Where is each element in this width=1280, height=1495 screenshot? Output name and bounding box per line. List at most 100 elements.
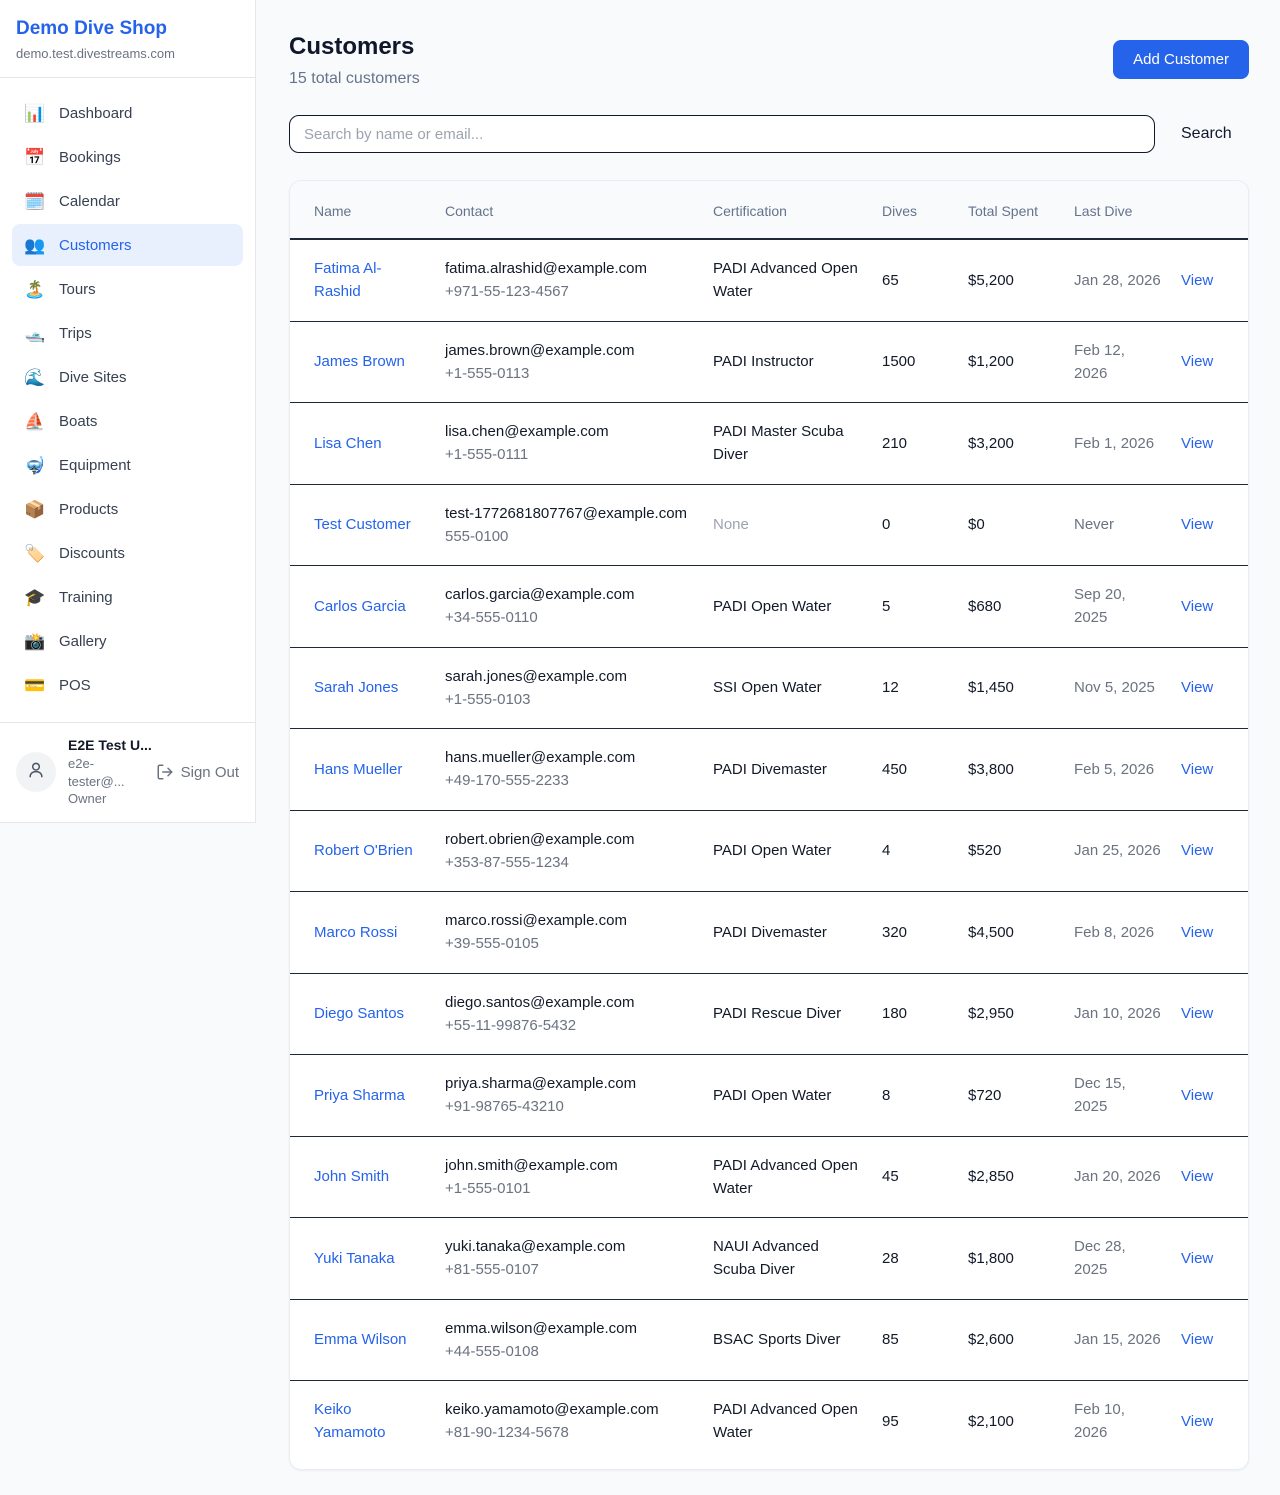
sidebar-item-discounts[interactable]: 🏷️Discounts bbox=[12, 532, 243, 574]
sidebar-item-boats[interactable]: ⛵Boats bbox=[12, 400, 243, 442]
customer-phone: +44-555-0108 bbox=[445, 1340, 693, 1363]
customer-name-link[interactable]: Diego Santos bbox=[314, 1005, 404, 1022]
table-row: Fatima Al-Rashid fatima.alrashid@example.… bbox=[290, 239, 1248, 321]
sidebar-item-tours[interactable]: 🏝️Tours bbox=[12, 268, 243, 310]
view-link[interactable]: View bbox=[1181, 435, 1213, 452]
sidebar-item-calendar[interactable]: 🗓️Calendar bbox=[12, 180, 243, 222]
main-content: Customers 15 total customers Add Custome… bbox=[256, 0, 1280, 1495]
sidebar-item-equipment[interactable]: 🤿Equipment bbox=[12, 444, 243, 486]
view-link[interactable]: View bbox=[1181, 679, 1213, 696]
customer-dives: 180 bbox=[872, 973, 958, 1055]
customer-certification: None bbox=[703, 484, 872, 566]
customer-name-link[interactable]: Fatima Al-Rashid bbox=[314, 260, 382, 300]
search-input[interactable] bbox=[289, 115, 1155, 153]
customer-name-link[interactable]: Keiko Yamamoto bbox=[314, 1401, 385, 1441]
customer-total-spent: $5,200 bbox=[958, 239, 1064, 321]
page-title: Customers bbox=[289, 33, 420, 61]
sidebar-item-gallery[interactable]: 📸Gallery bbox=[12, 620, 243, 662]
sidebar-item-bookings[interactable]: 📅Bookings bbox=[12, 136, 243, 178]
customer-name-link[interactable]: Emma Wilson bbox=[314, 1331, 407, 1348]
graduation-cap-icon: 🎓 bbox=[24, 589, 46, 606]
column-header-dives: Dives bbox=[872, 181, 958, 239]
table-row: Sarah Jonessarah.jones@example.com+1-555… bbox=[290, 647, 1248, 729]
sign-out-button[interactable]: Sign Out bbox=[156, 763, 239, 781]
customer-last-dive: Feb 8, 2026 bbox=[1064, 892, 1171, 974]
view-link[interactable]: View bbox=[1181, 924, 1213, 941]
customer-name-link[interactable]: Lisa Chen bbox=[314, 435, 382, 452]
customer-email: emma.wilson@example.com bbox=[445, 1317, 693, 1340]
search-button[interactable]: Search bbox=[1181, 125, 1232, 143]
sidebar-item-label: Tours bbox=[59, 281, 96, 298]
customer-name-link[interactable]: Yuki Tanaka bbox=[314, 1250, 395, 1267]
column-header-actions bbox=[1171, 181, 1248, 239]
app-domain: demo.test.divestreams.com bbox=[16, 46, 239, 61]
customer-total-spent: $1,800 bbox=[958, 1218, 1064, 1300]
add-customer-button[interactable]: Add Customer bbox=[1113, 40, 1249, 79]
customer-name-link[interactable]: Robert O'Brien bbox=[314, 842, 413, 859]
sidebar-item-trips[interactable]: 🛥️Trips bbox=[12, 312, 243, 354]
view-link[interactable]: View bbox=[1181, 761, 1213, 778]
sidebar-item-label: Equipment bbox=[59, 457, 131, 474]
sidebar-item-dive-sites[interactable]: 🌊Dive Sites bbox=[12, 356, 243, 398]
customer-email: priya.sharma@example.com bbox=[445, 1072, 693, 1095]
customer-certification: PADI Divemaster bbox=[703, 892, 872, 974]
customer-name-link[interactable]: John Smith bbox=[314, 1168, 389, 1185]
customer-email: lisa.chen@example.com bbox=[445, 420, 693, 443]
customer-certification: PADI Open Water bbox=[703, 566, 872, 648]
table-row: Yuki Tanakayuki.tanaka@example.com+81-55… bbox=[290, 1218, 1248, 1300]
customer-dives: 12 bbox=[872, 647, 958, 729]
customer-dives: 450 bbox=[872, 729, 958, 811]
table-header-row: NameContactCertificationDivesTotal Spent… bbox=[290, 181, 1248, 239]
view-link[interactable]: View bbox=[1181, 1331, 1213, 1348]
customer-name-link[interactable]: Sarah Jones bbox=[314, 679, 398, 696]
customer-last-dive: Jan 15, 2026 bbox=[1064, 1299, 1171, 1381]
tag-icon: 🏷️ bbox=[24, 545, 46, 562]
view-link[interactable]: View bbox=[1181, 1250, 1213, 1267]
customer-count: 15 total customers bbox=[289, 70, 420, 88]
table-row: Carlos Garciacarlos.garcia@example.com+3… bbox=[290, 566, 1248, 648]
column-header-last-dive: Last Dive bbox=[1064, 181, 1171, 239]
customer-phone: +1-555-0113 bbox=[445, 362, 693, 385]
customer-name-link[interactable]: Hans Mueller bbox=[314, 761, 402, 778]
person-icon bbox=[26, 760, 46, 785]
view-link[interactable]: View bbox=[1181, 1087, 1213, 1104]
view-link[interactable]: View bbox=[1181, 842, 1213, 859]
customer-email: james.brown@example.com bbox=[445, 339, 693, 362]
customer-name-link[interactable]: Test Customer bbox=[314, 516, 411, 533]
sidebar-item-label: Products bbox=[59, 501, 118, 518]
customer-email: john.smith@example.com bbox=[445, 1154, 693, 1177]
customer-dives: 0 bbox=[872, 484, 958, 566]
sidebar-item-products[interactable]: 📦Products bbox=[12, 488, 243, 530]
customer-name-link[interactable]: Priya Sharma bbox=[314, 1087, 405, 1104]
app-title: Demo Dive Shop bbox=[16, 18, 239, 40]
view-link[interactable]: View bbox=[1181, 353, 1213, 370]
customer-last-dive: Jan 25, 2026 bbox=[1064, 810, 1171, 892]
customer-total-spent: $680 bbox=[958, 566, 1064, 648]
customer-dives: 5 bbox=[872, 566, 958, 648]
customer-name-link[interactable]: Marco Rossi bbox=[314, 924, 397, 941]
sidebar-item-pos[interactable]: 💳POS bbox=[12, 664, 243, 706]
customer-dives: 65 bbox=[872, 239, 958, 321]
view-link[interactable]: View bbox=[1181, 272, 1213, 289]
customer-total-spent: $520 bbox=[958, 810, 1064, 892]
customer-email: fatima.alrashid@example.com bbox=[445, 257, 693, 280]
customer-email: diego.santos@example.com bbox=[445, 991, 693, 1014]
sidebar-item-training[interactable]: 🎓Training bbox=[12, 576, 243, 618]
column-header-contact: Contact bbox=[435, 181, 703, 239]
customer-phone: +1-555-0101 bbox=[445, 1177, 693, 1200]
view-link[interactable]: View bbox=[1181, 1168, 1213, 1185]
view-link[interactable]: View bbox=[1181, 516, 1213, 533]
customer-name-link[interactable]: James Brown bbox=[314, 353, 405, 370]
sidebar-item-customers[interactable]: 👥Customers bbox=[12, 224, 243, 266]
camera-icon: 📸 bbox=[24, 633, 46, 650]
view-link[interactable]: View bbox=[1181, 598, 1213, 615]
table-row: Priya Sharmapriya.sharma@example.com+91-… bbox=[290, 1055, 1248, 1137]
customer-last-dive: Feb 5, 2026 bbox=[1064, 729, 1171, 811]
customer-total-spent: $0 bbox=[958, 484, 1064, 566]
sidebar: Demo Dive Shop demo.test.divestreams.com… bbox=[0, 0, 256, 823]
customer-name-link[interactable]: Carlos Garcia bbox=[314, 598, 406, 615]
view-link[interactable]: View bbox=[1181, 1413, 1213, 1430]
view-link[interactable]: View bbox=[1181, 1005, 1213, 1022]
sidebar-item-dashboard[interactable]: 📊Dashboard bbox=[12, 92, 243, 134]
customer-certification: PADI Advanced Open Water bbox=[703, 1136, 872, 1218]
